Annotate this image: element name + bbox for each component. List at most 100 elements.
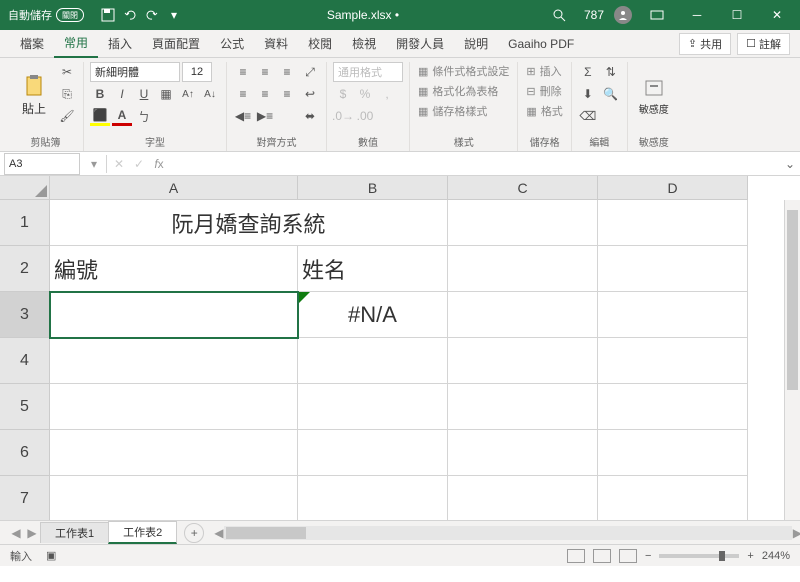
tab-data[interactable]: 資料	[254, 30, 298, 58]
tab-formulas[interactable]: 公式	[210, 30, 254, 58]
cell-b4[interactable]	[298, 338, 448, 384]
wrap-text-icon[interactable]: ↩	[300, 84, 320, 104]
format-cells-button[interactable]: ▦格式	[524, 102, 564, 120]
cell-b5[interactable]	[298, 384, 448, 430]
cell-c7[interactable]	[448, 476, 598, 520]
zoom-out-icon[interactable]: −	[645, 550, 651, 562]
select-all-corner[interactable]	[0, 176, 50, 200]
tab-review[interactable]: 校閱	[298, 30, 342, 58]
decrease-font-icon[interactable]: A↓	[200, 84, 220, 104]
cell-b7[interactable]	[298, 476, 448, 520]
cells-grid[interactable]: 阮月嬌查詢系統 編號 姓名 #N/A	[50, 200, 748, 520]
search-icon[interactable]	[544, 0, 574, 30]
view-normal-icon[interactable]	[567, 549, 585, 563]
increase-font-icon[interactable]: A↑	[178, 84, 198, 104]
tab-view[interactable]: 檢視	[342, 30, 386, 58]
share-button[interactable]: ⇪共用	[679, 33, 731, 55]
maximize-button[interactable]: ☐	[722, 0, 752, 30]
sheet-nav-prev-icon[interactable]: ◀	[8, 526, 24, 540]
insert-cells-button[interactable]: ⊞插入	[524, 62, 564, 80]
tab-help[interactable]: 說明	[454, 30, 498, 58]
merge-cells-icon[interactable]: ⬌	[300, 106, 320, 126]
enter-formula-icon[interactable]: ✓	[129, 153, 149, 175]
undo-icon[interactable]	[122, 7, 138, 23]
tab-layout[interactable]: 頁面配置	[142, 30, 210, 58]
cell-c3[interactable]	[448, 292, 598, 338]
hscroll-left-icon[interactable]: ◀	[214, 526, 223, 540]
align-center-icon[interactable]: ≡	[255, 84, 275, 104]
cell-d1[interactable]	[598, 200, 748, 246]
cell-b2[interactable]: 姓名	[298, 246, 448, 292]
cell-d3[interactable]	[598, 292, 748, 338]
ribbon-display-icon[interactable]	[642, 0, 672, 30]
decrease-decimal-icon[interactable]: .00	[355, 106, 375, 126]
save-icon[interactable]	[100, 7, 116, 23]
cell-b3[interactable]: #N/A	[298, 292, 448, 338]
font-size-select[interactable]: 12	[182, 62, 212, 82]
autosum-icon[interactable]: Σ	[578, 62, 598, 82]
cell-c2[interactable]	[448, 246, 598, 292]
find-select-icon[interactable]: 🔍	[601, 84, 621, 104]
cell-c5[interactable]	[448, 384, 598, 430]
col-header-b[interactable]: B	[298, 176, 448, 200]
view-page-layout-icon[interactable]	[593, 549, 611, 563]
delete-cells-button[interactable]: ⊟刪除	[524, 82, 564, 100]
cell-d2[interactable]	[598, 246, 748, 292]
qat-dropdown-icon[interactable]: ▾	[166, 7, 182, 23]
fill-icon[interactable]: ⬇	[578, 84, 598, 104]
zoom-level[interactable]: 244%	[762, 550, 790, 562]
name-box-dropdown-icon[interactable]: ▾	[84, 153, 104, 175]
macro-record-icon[interactable]: ▣	[46, 549, 56, 562]
sensitivity-button[interactable]: 敏感度	[634, 62, 674, 128]
close-button[interactable]: ✕	[762, 0, 792, 30]
hscroll-right-icon[interactable]: ▶	[793, 526, 800, 540]
insert-function-icon[interactable]: fx	[149, 153, 169, 175]
row-header-7[interactable]: 7	[0, 476, 50, 520]
format-painter-icon[interactable]: 🖌	[57, 106, 77, 126]
vscroll-thumb[interactable]	[787, 210, 798, 390]
minimize-button[interactable]: ─	[682, 0, 712, 30]
conditional-format-button[interactable]: ▦條件式格式設定	[416, 62, 511, 80]
cell-c4[interactable]	[448, 338, 598, 384]
horizontal-scrollbar[interactable]: ◀ ▶	[224, 526, 792, 540]
align-bottom-icon[interactable]: ≡	[277, 62, 297, 82]
sort-filter-icon[interactable]: ⇅	[601, 62, 621, 82]
add-sheet-button[interactable]: +	[184, 523, 204, 543]
row-header-4[interactable]: 4	[0, 338, 50, 384]
cell-a1-b1[interactable]: 阮月嬌查詢系統	[50, 200, 448, 246]
align-right-icon[interactable]: ≡	[277, 84, 297, 104]
align-left-icon[interactable]: ≡	[233, 84, 253, 104]
cell-c6[interactable]	[448, 430, 598, 476]
sheet-nav-next-icon[interactable]: ▶	[24, 526, 40, 540]
expand-formula-bar-icon[interactable]: ⌄	[780, 157, 800, 171]
zoom-knob[interactable]	[719, 551, 725, 561]
autosave-toggle[interactable]: 自動儲存 關閉	[8, 7, 84, 23]
number-format-select[interactable]: 通用格式	[333, 62, 403, 82]
view-page-break-icon[interactable]	[619, 549, 637, 563]
align-top-icon[interactable]: ≡	[233, 62, 253, 82]
format-as-table-button[interactable]: ▦格式化為表格	[416, 82, 511, 100]
hscroll-thumb[interactable]	[226, 527, 306, 539]
col-header-a[interactable]: A	[50, 176, 298, 200]
clear-icon[interactable]: ⌫	[578, 106, 598, 126]
cancel-formula-icon[interactable]: ✕	[109, 153, 129, 175]
sheet-tab-1[interactable]: 工作表1	[40, 522, 109, 543]
redo-icon[interactable]	[144, 7, 160, 23]
zoom-in-icon[interactable]: +	[747, 550, 753, 562]
name-box[interactable]: A3	[4, 153, 80, 175]
row-header-1[interactable]: 1	[0, 200, 50, 246]
paste-button[interactable]: 貼上	[14, 62, 54, 128]
increase-indent-icon[interactable]: ▶≡	[255, 106, 275, 126]
border-button[interactable]: ▦	[156, 84, 176, 104]
orientation-icon[interactable]: ⤢	[300, 62, 320, 82]
underline-button[interactable]: U	[134, 84, 154, 104]
cell-a5[interactable]	[50, 384, 298, 430]
cell-a3[interactable]	[50, 292, 298, 338]
increase-decimal-icon[interactable]: .0→	[333, 106, 353, 126]
font-color-button[interactable]: A	[112, 106, 132, 126]
cell-d6[interactable]	[598, 430, 748, 476]
row-header-3[interactable]: 3	[0, 292, 50, 338]
formula-input[interactable]	[169, 153, 780, 175]
tab-developer[interactable]: 開發人員	[386, 30, 454, 58]
font-name-select[interactable]: 新細明體	[90, 62, 180, 82]
